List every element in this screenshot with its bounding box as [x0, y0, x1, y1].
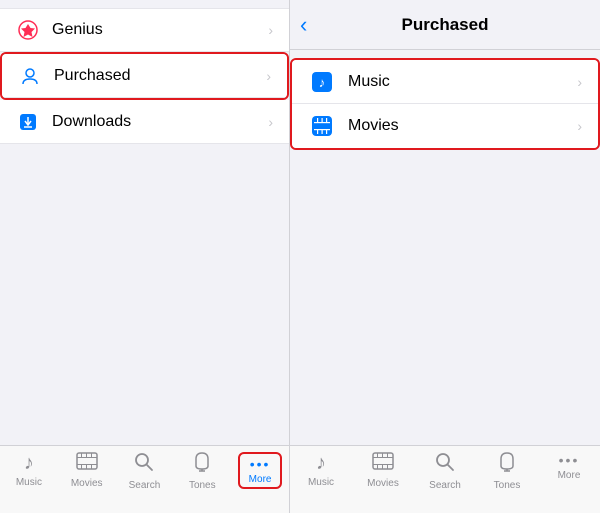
right-list-item-movies[interactable]: Movies ›	[292, 104, 598, 148]
right-tones-tab-icon	[498, 452, 516, 478]
right-search-tab-icon	[435, 452, 455, 478]
right-tab-movies[interactable]: Movies	[361, 452, 405, 489]
svg-text:♪: ♪	[319, 75, 326, 90]
right-movies-icon	[308, 112, 336, 140]
right-music-chevron: ›	[577, 74, 582, 90]
downloads-icon	[16, 110, 40, 134]
right-tab-search[interactable]: Search	[423, 452, 467, 491]
tones-tab-icon	[193, 452, 211, 478]
left-tab-bar: ♪ Music Movies	[0, 445, 289, 513]
right-more-tab-icon: •••	[559, 452, 580, 468]
tab-more[interactable]: ••• More	[238, 452, 282, 489]
tab-music[interactable]: ♪ Music	[7, 452, 51, 488]
right-tab-music[interactable]: ♪ Music	[299, 452, 343, 488]
more-tab-icon: •••	[250, 456, 271, 472]
right-movies-tab-icon	[372, 452, 394, 476]
downloads-chevron: ›	[268, 114, 273, 130]
right-music-label: Music	[348, 73, 577, 91]
right-music-tab-icon: ♪	[316, 452, 326, 475]
tab-search[interactable]: Search	[122, 452, 166, 491]
right-list-section: ♪ Music ›	[290, 50, 600, 445]
right-movies-tab-label: Movies	[367, 478, 399, 489]
movies-tab-label: Movies	[71, 478, 103, 489]
downloads-label: Downloads	[52, 113, 268, 131]
left-panel: Genius › Purchased ›	[0, 0, 290, 513]
left-list-section: Genius › Purchased ›	[0, 0, 289, 445]
purchased-label: Purchased	[54, 67, 266, 85]
search-tab-icon	[134, 452, 154, 478]
right-tab-more[interactable]: ••• More	[547, 452, 591, 481]
music-tab-icon: ♪	[24, 452, 34, 475]
list-item-purchased[interactable]: Purchased ›	[2, 54, 287, 98]
right-header-title: Purchased	[402, 15, 489, 35]
right-tones-tab-label: Tones	[494, 480, 521, 491]
right-search-tab-label: Search	[429, 480, 461, 491]
right-music-icon: ♪	[308, 68, 336, 96]
list-item-downloads[interactable]: Downloads ›	[0, 100, 289, 144]
genius-chevron: ›	[268, 22, 273, 38]
right-panel: ‹ Purchased ♪ Music ›	[290, 0, 600, 513]
right-tab-bar: ♪ Music Movies	[290, 445, 600, 513]
search-tab-label: Search	[129, 480, 161, 491]
right-movies-label: Movies	[348, 117, 577, 135]
right-header: ‹ Purchased	[290, 0, 600, 50]
tones-tab-label: Tones	[189, 480, 216, 491]
purchased-highlight-border: Purchased ›	[0, 52, 289, 100]
purchased-chevron: ›	[266, 68, 271, 84]
music-tab-label: Music	[16, 477, 42, 488]
right-tab-tones[interactable]: Tones	[485, 452, 529, 491]
genius-icon	[16, 18, 40, 42]
tab-tones[interactable]: Tones	[180, 452, 224, 491]
right-list-item-music[interactable]: ♪ Music ›	[292, 60, 598, 104]
movies-tab-icon	[76, 452, 98, 476]
back-button[interactable]: ‹	[300, 14, 307, 36]
right-more-tab-label: More	[558, 470, 581, 481]
right-list-wrapper: ♪ Music ›	[290, 58, 600, 150]
genius-label: Genius	[52, 21, 268, 39]
tab-movies[interactable]: Movies	[65, 452, 109, 489]
purchased-icon	[18, 64, 42, 88]
right-movies-chevron: ›	[577, 118, 582, 134]
right-music-tab-label: Music	[308, 477, 334, 488]
more-tab-label: More	[249, 474, 272, 485]
list-item-genius[interactable]: Genius ›	[0, 8, 289, 52]
